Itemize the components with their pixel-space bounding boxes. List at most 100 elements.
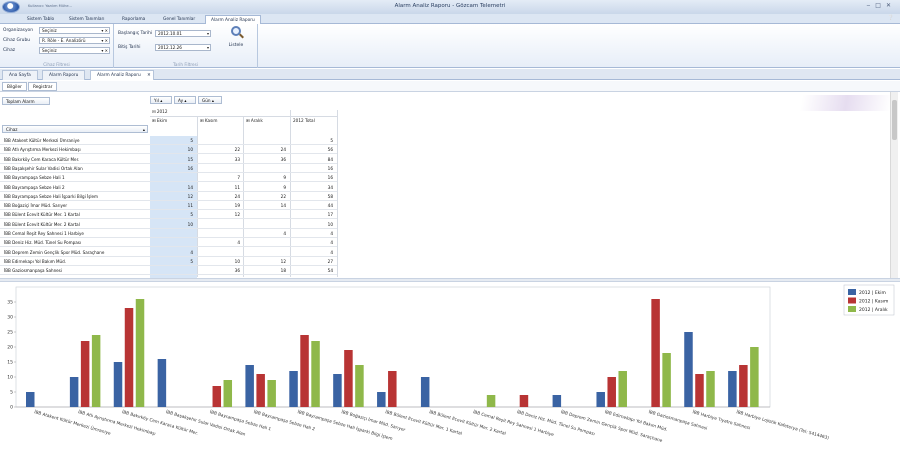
pivot-cell: 5 [190,138,193,143]
bar-kasim [519,395,529,407]
x-tick-label: İBB Cemal Reşit Rey Sahnesi 1 Harbiye [472,408,555,438]
pivot-cell: 33 [234,156,240,162]
pivot-row[interactable]: İBB Bülent Ecevit Kültür Mer. 2 Kartal 10… [0,220,337,229]
scrollbar-thumb[interactable] [892,100,897,140]
pivot-month-ekim[interactable]: ⊞ Ekim [152,118,167,123]
pivot-cell: 10 [327,221,333,227]
legend-swatch [848,289,856,295]
pivot-row[interactable]: İBB Edirnekapı Yol Bakım Müd. 5 10 12 27 [0,257,337,266]
pivot-field-year[interactable]: Yıl ▴ [150,96,172,104]
bar-ekim [728,371,737,407]
pivot-row[interactable]: İBB Atakent Kültür Merkezi Ümraniye 5 5 [0,136,337,145]
pivot-cell: 4 [283,231,286,236]
device-name: İBB Atlı Ayrıştırma Merkezi Hekimbaşı [4,147,81,153]
vertical-scrollbar[interactable] [890,92,898,278]
ribbon-tab-sistem-tablo[interactable]: Sistem Tablo [22,15,59,24]
pivot-field-day[interactable]: Gün ▴ [198,96,222,104]
pivot-data-field[interactable]: Toplam Alarm [2,97,50,105]
pivot-field-year-label: Yıl [154,98,159,103]
doc-tab-alarm-raporu[interactable]: Alarm Raporu [42,70,86,80]
pivot-cell [150,173,196,182]
pivot-grid: Toplam Alarm Yıl ▴ Ay ▴ Gün ▴ ⊟ 2012 ⊞ E… [0,92,893,278]
search-icon-handle [239,33,244,39]
maximize-icon[interactable]: □ [875,2,886,9]
calendar-dropdown-icon[interactable]: ▾ [207,45,209,51]
pivot-row[interactable]: İBB Boğaziçi İmar Müd. Sarıyer 11 19 14 44 [0,201,337,211]
pivot-month-aralik[interactable]: ⊞ Aralık [246,118,263,123]
alarm-bar-chart: 0 5 10 15 20 25 30 35 İBB Atakent Kültür Merkezi… [7,284,895,444]
pivot-row[interactable]: İBB Başakşehir Sular Vadisi Ortak Alan 16… [0,164,337,173]
pivot-row-field[interactable]: Cihaz ▴ [2,125,148,133]
dropdown-clear-icons[interactable]: ▾ ✕ [101,38,108,44]
pivot-row[interactable]: İBB Bayrampaşa Sebze Hali 2 14 11 9 34 [0,183,337,192]
legend-label: 2012 | Ekim [859,290,886,296]
organization-combo[interactable]: Seçiniz ▾ ✕ [39,27,110,34]
organization-label: Organizasyon [3,28,34,33]
window-controls[interactable]: ‒□✕ [866,2,896,9]
pivot-row[interactable]: İBB Atlı Ayrıştırma Merkezi Hekimbaşı 10 2… [0,145,337,155]
close-icon[interactable]: ✕ [886,2,896,9]
pivot-cell: 5 [190,212,193,218]
pivot-cell: 12 [187,193,193,199]
doc-tab-ana-sayfa[interactable]: Ana Sayfa [2,70,38,80]
x-tick-label: İBB Bakırköy Cem Karaca Kültür Mer. [121,408,199,436]
x-tick-label: İBB Bülent Ecevit Kültür Mer. 2 Kartal [428,408,506,437]
device-name: İBB Bayrampaşa Sebze Hali 1 [4,175,65,181]
start-date-picker[interactable]: 2012.10.01 ▾ [155,30,211,37]
minimize-icon[interactable]: ‒ [866,2,875,9]
device-name: İBB Bayrampaşa Sebze Hali 2 [4,184,65,190]
pivot-field-month[interactable]: Ay ▴ [174,96,196,104]
pivot-row[interactable]: İBB Bayrampaşa Sebze Hali İşparki Bilgi … [0,192,337,201]
filter-icon[interactable]: ▴ [143,126,145,133]
month-label: Aralık [250,118,263,123]
pivot-row[interactable]: İBB Bülent Ecevit Kültür Mer. 1 Kartal 5 1… [0,210,337,220]
bar-ekim [157,359,167,407]
dropdown-clear-icons[interactable]: ▾ ✕ [101,48,108,54]
help-icon[interactable]: ❔ [888,15,894,21]
ribbon-tab-genel-tanimlar[interactable]: Genel Tanımlar [158,15,200,24]
pivot-cell: 36 [234,268,240,274]
calendar-dropdown-icon[interactable]: ▾ [207,31,209,37]
pivot-row[interactable]: İBB Bayrampaşa Sebze Hali 1 7 9 16 [0,173,337,183]
bar-ekim [377,392,386,407]
dropdown-clear-icons[interactable]: ▾ ✕ [101,28,108,34]
pivot-year-header[interactable]: ⊟ 2012 [152,109,168,114]
bar-kasim [300,335,309,407]
bar-ekim [26,392,35,407]
ribbon-tab-sistem-tanimlari[interactable]: Sistem Tanımları [64,15,109,24]
bar-ekim [596,392,605,407]
device-name: İBB Bayrampaşa Sebze Hali İşparki Bilgi … [4,193,98,199]
bar-ekim [420,377,430,407]
device-group-value: R. Röle - E. Analizörü [42,38,86,43]
device-name: İBB Bülent Ecevit Kültür Mer. 2 Kartal [4,221,80,227]
close-tab-icon[interactable]: ✕ [147,71,151,81]
device-group-combo[interactable]: R. Röle - E. Analizörü ▾ ✕ [39,37,110,44]
x-tick-label: İBB Harbiye Lojistik Kafeterya (Tel: 541… [736,408,831,441]
pivot-cell: 10 [234,258,240,264]
device-value: Seçiniz [42,48,57,53]
device-combo[interactable]: Seçiniz ▾ ✕ [39,47,110,54]
ribbon-tab-raporlama[interactable]: Raporlama [117,15,150,24]
sub-tab-bilgiler[interactable]: Bilgiler [2,82,27,91]
bar-aralik [662,353,671,407]
x-tick-label: İBB Atakent Kültür Merkezi Ümraniye [33,408,111,437]
end-date-picker[interactable]: 2012.12.26 ▾ [155,44,211,51]
pivot-row[interactable]: İBB Cemal Reşit Rey Sahnesi 1 Harbiye 4 4 [0,229,337,238]
sub-tab-registrar[interactable]: Registrar [28,82,58,91]
pivot-cell [243,238,289,247]
pivot-row[interactable]: İBB Deprem Zemin Gençlik Spor Müd. Saraç… [0,248,337,257]
pivot-row[interactable]: İBB Gaziosmanpaşa Sahnesi 36 18 54 [0,266,337,276]
pivot-row[interactable]: İBB Deniz Hiz. Müd. Tünel Su Pompası 4 4 [0,238,337,248]
pivot-month-kasim[interactable]: ⊞ Kasım [200,118,218,123]
pivot-field-day-label: Gün [202,98,211,103]
x-tick-label: İBB Deniz Hiz. Müd. Tünel Su Pompası [516,408,596,437]
pivot-row[interactable]: İBB Bakırköy Cem Karaca Kültür Mer. 15 33 3… [0,155,337,164]
pivot-cell [243,136,289,145]
y-tick-label: 30 [7,315,13,321]
device-group-label: Cihaz Grubu [3,38,31,43]
y-tick-label: 5 [10,390,13,396]
ribbon-tab-alarm-analiz-raporu[interactable]: Alarm Analiz Raporu [205,15,261,24]
list-button[interactable]: Listele [228,26,244,52]
bar-kasim [651,299,660,407]
doc-tab-alarm-analiz-raporu[interactable]: Alarm Analiz Raporu ✕ [90,70,154,80]
